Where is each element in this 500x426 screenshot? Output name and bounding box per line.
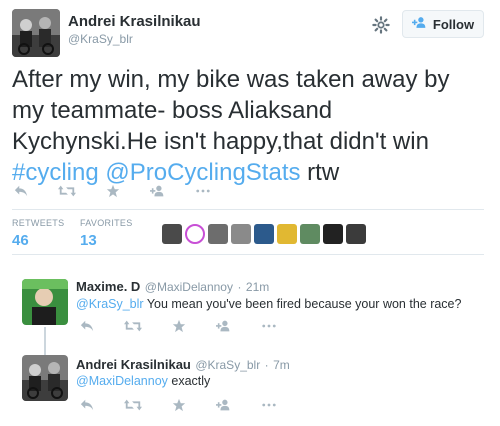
hashtag-link[interactable]: #cycling bbox=[12, 159, 99, 186]
follow-user-icon[interactable] bbox=[216, 319, 232, 333]
reply-icon[interactable] bbox=[14, 184, 28, 198]
reply-time[interactable]: 21m bbox=[246, 280, 269, 294]
reply-actions bbox=[80, 319, 306, 333]
reply-text: @KraSy_blr You mean you've been fired be… bbox=[76, 297, 486, 311]
favorite-icon[interactable] bbox=[172, 319, 186, 333]
avatar[interactable] bbox=[277, 224, 297, 244]
avatar[interactable] bbox=[162, 224, 182, 244]
follow-label: Follow bbox=[432, 16, 475, 32]
reply-author-handle[interactable]: @KraSy_blr bbox=[195, 358, 260, 372]
reply-avatar[interactable] bbox=[22, 355, 68, 401]
follow-user-icon[interactable] bbox=[150, 184, 166, 198]
favorite-icon[interactable] bbox=[172, 398, 186, 412]
tweet-text-tail: rtw bbox=[300, 159, 340, 186]
follow-user-icon[interactable] bbox=[216, 398, 232, 412]
reply-mention[interactable]: @MaxiDelannoy bbox=[76, 374, 168, 388]
reply-mention[interactable]: @KraSy_blr bbox=[76, 297, 144, 311]
reply-body: You mean you've been fired because your … bbox=[143, 297, 462, 311]
reply-separator: · bbox=[237, 280, 242, 294]
retweet-icon[interactable] bbox=[124, 319, 142, 333]
tweet-text-body: After my win, my bike was taken away by … bbox=[12, 66, 450, 155]
gear-icon[interactable] bbox=[372, 16, 390, 34]
tweet-actions bbox=[14, 184, 240, 198]
favorites-count: 13 bbox=[80, 232, 97, 249]
divider bbox=[12, 209, 484, 210]
retweet-icon[interactable] bbox=[124, 398, 142, 412]
reply-avatar[interactable] bbox=[22, 279, 68, 325]
more-icon[interactable] bbox=[262, 398, 276, 412]
reply-author-name[interactable]: Maxime. D bbox=[76, 279, 140, 294]
avatar[interactable] bbox=[231, 224, 251, 244]
reply-header: Maxime. D @MaxiDelannoy · 21m bbox=[76, 278, 269, 296]
more-icon[interactable] bbox=[196, 184, 210, 198]
tweet-text: After my win, my bike was taken away by … bbox=[12, 64, 482, 188]
reply-header: Andrei Krasilnikau @KraSy_blr · 7m bbox=[76, 356, 290, 374]
favorite-icon[interactable] bbox=[106, 184, 120, 198]
mention-link[interactable]: @ProCyclingStats bbox=[105, 159, 300, 186]
avatar[interactable] bbox=[254, 224, 274, 244]
retweets-count: 46 bbox=[12, 232, 29, 249]
reply-author-handle[interactable]: @MaxiDelannoy bbox=[145, 280, 233, 294]
more-icon[interactable] bbox=[262, 319, 276, 333]
favorites-label: FAVORITES bbox=[80, 218, 133, 228]
reply-icon[interactable] bbox=[80, 319, 94, 333]
avatar[interactable] bbox=[208, 224, 228, 244]
thread-line bbox=[44, 327, 46, 355]
retweets-stat[interactable]: RETWEETS 46 bbox=[12, 218, 64, 249]
author-avatar[interactable] bbox=[12, 9, 60, 57]
author-name[interactable]: Andrei Krasilnikau bbox=[68, 13, 201, 30]
avatar[interactable] bbox=[323, 224, 343, 244]
reply-text: @MaxiDelannoy exactly bbox=[76, 374, 486, 388]
retweet-icon[interactable] bbox=[58, 184, 76, 198]
follow-user-icon bbox=[411, 16, 428, 32]
avatar[interactable] bbox=[185, 224, 205, 244]
reply-body: exactly bbox=[167, 374, 211, 388]
reply-time[interactable]: 7m bbox=[273, 358, 290, 372]
reply-separator: · bbox=[264, 358, 269, 372]
avatar[interactable] bbox=[346, 224, 366, 244]
follow-button[interactable]: Follow bbox=[402, 10, 484, 38]
reply-author-name[interactable]: Andrei Krasilnikau bbox=[76, 357, 191, 372]
author-handle[interactable]: @KraSy_blr bbox=[68, 32, 133, 46]
avatar[interactable] bbox=[300, 224, 320, 244]
reply-actions bbox=[80, 398, 306, 412]
favoriter-avatars bbox=[162, 224, 366, 244]
retweets-label: RETWEETS bbox=[12, 218, 65, 228]
divider bbox=[12, 254, 484, 255]
reply-icon[interactable] bbox=[80, 398, 94, 412]
favorites-stat[interactable]: FAVORITES 13 bbox=[80, 218, 133, 249]
